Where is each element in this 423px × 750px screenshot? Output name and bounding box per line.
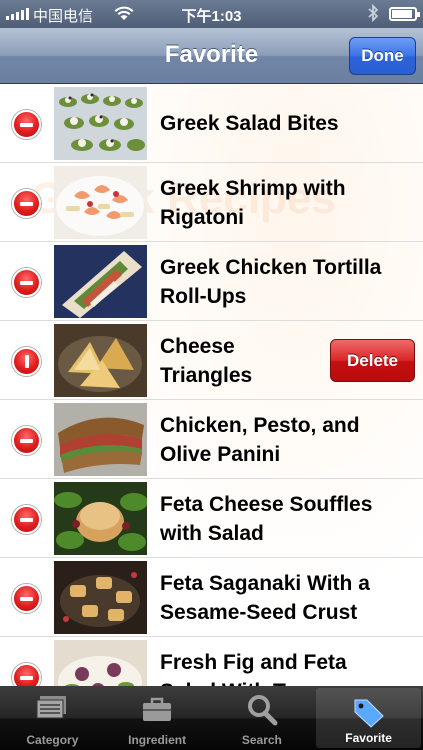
tab-label: Ingredient — [128, 733, 187, 747]
tab-search[interactable]: Search — [210, 686, 315, 750]
delete-control-icon[interactable] — [12, 584, 41, 613]
battery-icon — [389, 7, 420, 21]
recipe-title: Fresh Fig and Feta Salad With Tarragon — [160, 650, 362, 687]
recipe-thumbnail — [54, 640, 147, 686]
recipe-title: Feta Saganaki With a Sesame-Seed Crust — [160, 571, 370, 624]
navigation-bar: Favorite Done — [0, 28, 423, 84]
delete-control-icon[interactable] — [12, 268, 41, 297]
recipe-thumbnail — [54, 324, 147, 397]
delete-control-icon[interactable] — [12, 663, 41, 686]
delete-control-icon[interactable] — [12, 426, 41, 455]
tab-category[interactable]: Category — [0, 686, 105, 750]
tab-label: Favorite — [345, 731, 392, 745]
recipe-title: Cheese Triangles — [160, 334, 253, 387]
recipe-thumbnail — [54, 166, 147, 239]
bluetooth-icon — [367, 3, 379, 26]
list-item[interactable]: Greek Chicken Tortilla Roll-Ups — [0, 242, 423, 321]
recipe-title: Greek Shrimp with Rigatoni — [160, 176, 346, 229]
recipe-thumbnail — [54, 87, 147, 160]
list-item[interactable]: Chicken, Pesto, and Olive Panini — [0, 400, 423, 479]
list-item[interactable]: Greek Salad Bites — [0, 84, 423, 163]
tag-icon — [351, 696, 387, 731]
status-time: 下午1:03 — [181, 8, 242, 25]
recipe-title: Feta Cheese Souffles with Salad — [160, 492, 373, 545]
delete-button[interactable]: Delete — [330, 339, 415, 382]
list-item[interactable]: Feta Saganaki With a Sesame-Seed Crust — [0, 558, 423, 637]
delete-control-rotated-icon[interactable] — [12, 347, 41, 376]
briefcase-icon — [139, 694, 175, 727]
tab-favorite[interactable]: Favorite — [316, 688, 421, 748]
list-item[interactable]: Fresh Fig and Feta Salad With Tarragon — [0, 637, 423, 686]
recipe-title: Chicken, Pesto, and Olive Panini — [160, 413, 360, 466]
list-item[interactable]: Cheese Triangles Delete — [0, 321, 423, 400]
delete-control-icon[interactable] — [12, 505, 41, 534]
tab-bar: Category Ingredient Search Favorite — [0, 686, 423, 750]
search-icon — [244, 694, 280, 729]
list-item[interactable]: Feta Cheese Souffles with Salad — [0, 479, 423, 558]
recipe-thumbnail — [54, 561, 147, 634]
recipe-thumbnail — [54, 482, 147, 555]
delete-control-icon[interactable] — [12, 110, 41, 139]
done-button[interactable]: Done — [349, 37, 416, 75]
list-item[interactable]: Greek Shrimp with Rigatoni — [0, 163, 423, 242]
tab-ingredient[interactable]: Ingredient — [105, 686, 210, 750]
status-bar: 中国电信 下午1:03 — [0, 0, 423, 28]
delete-control-icon[interactable] — [12, 189, 41, 218]
tab-label: Search — [241, 733, 282, 747]
recipe-thumbnail — [54, 403, 147, 476]
recipe-title: Greek Chicken Tortilla Roll-Ups — [160, 255, 382, 308]
recipe-thumbnail — [54, 245, 147, 318]
tab-label: Category — [26, 733, 79, 747]
recipe-title: Greek Salad Bites — [160, 112, 339, 135]
category-icon — [34, 694, 70, 727]
favorites-list[interactable]: Greek Recipes Greek Salad Bites Greek Sh… — [0, 84, 423, 686]
